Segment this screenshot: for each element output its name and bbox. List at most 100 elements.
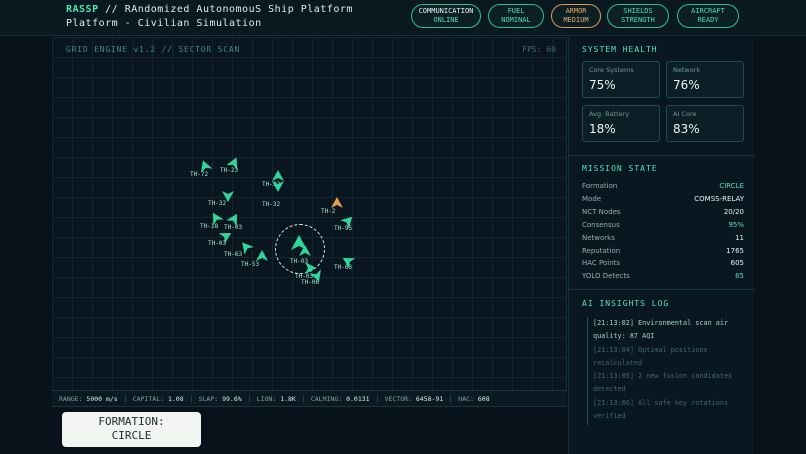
status-label: AIRCRAFT — [691, 7, 725, 15]
stat-slap: SLAP: 99.6% — [192, 394, 250, 403]
card-label: Core Systems — [589, 66, 634, 74]
log-entry: [21:13:04] Optimal positions recalculate… — [593, 345, 708, 367]
app-title: RASSP // RAndomized AutonomouS Ship Plat… — [66, 3, 353, 31]
card-label: AI Core — [673, 110, 697, 118]
mission-row-value: 11 — [735, 233, 744, 242]
divider — [569, 289, 755, 290]
mission-row-value: 20/20 — [723, 207, 744, 216]
ship-unit[interactable]: TH-18 — [200, 209, 224, 230]
card-label: Avg. Battery — [589, 110, 630, 118]
sector-grid[interactable]: GRID ENGINE v1.2 // SECTOR SCAN FPS: 60 … — [52, 37, 567, 390]
brand-name: RASSP — [66, 4, 99, 15]
unit-tag: TH-23 — [220, 167, 239, 174]
status-value: MEDIUM — [563, 16, 589, 24]
ship-unit[interactable]: TH-2 — [321, 194, 343, 215]
stat-range: RANGE: 5000 m/s — [52, 394, 126, 403]
mission-row-key: Mode — [582, 194, 602, 203]
mission-row-key: Reputation — [582, 246, 621, 255]
card-label: Network — [673, 66, 701, 74]
top-bar: RASSP // RAndomized AutonomouS Ship Plat… — [0, 0, 806, 36]
mission-row-key: NCT Nodes — [582, 207, 621, 216]
ship-unit[interactable]: TH-72 — [190, 157, 213, 178]
ship-unit[interactable]: TH-06 — [301, 267, 323, 286]
card-value: 83% — [673, 122, 700, 136]
card-value: 75% — [589, 78, 616, 92]
unit-tag: TH-06 — [301, 279, 320, 286]
title-line2: Platform - Civilian Simulation — [66, 18, 262, 29]
card-avg-battery: Avg. Battery 18% — [582, 105, 660, 142]
mission-row-key: Networks — [582, 233, 615, 242]
stat-hac: HAC: 608 — [458, 394, 490, 403]
stats-bar: RANGE: 5000 m/s CAPITAL: 1.08 SLAP: 99.6… — [52, 390, 567, 407]
unit-tag: TH-72 — [190, 171, 209, 178]
log-entry: [21:13:06] All safe key rotations verifi… — [593, 398, 729, 421]
ship-unit[interactable]: TH-63 — [224, 238, 254, 258]
flagship-icon — [291, 235, 307, 250]
status-value: ONLINE — [433, 16, 459, 24]
status-value: READY — [697, 16, 719, 24]
mission-row: Consensus 95% — [582, 221, 744, 233]
stat-vector: VECTOR: 6458-91 — [378, 394, 452, 403]
mission-row-value: 605 — [730, 259, 744, 268]
fps-counter: FPS: 60 — [522, 45, 556, 54]
system-health-title: SYSTEM HEALTH — [582, 45, 658, 54]
status-label: ARMOR — [565, 7, 587, 15]
unit-tag: TH-63 — [334, 264, 353, 271]
side-panel: SYSTEM HEALTH Core Systems 75% Network 7… — [568, 37, 755, 454]
unit-tag: TH-63 — [224, 251, 243, 258]
mission-row: NCT Nodes 20/20 — [582, 208, 744, 220]
card-value: 18% — [589, 122, 616, 136]
ship-unit[interactable]: TH-53 — [241, 247, 268, 268]
mission-row: Reputation 1765 — [582, 247, 744, 259]
mission-row: Networks 11 — [582, 234, 744, 246]
unit-tag: TH-2 — [321, 208, 336, 215]
status-armor[interactable]: ARMOR MEDIUM — [551, 4, 601, 28]
unit-tag: TH-95 — [334, 225, 353, 232]
unit-tag: TH-32 — [208, 200, 227, 207]
card-ai-core: AI Core 83% — [666, 105, 744, 142]
log-entry: [21:13:05] 2 new fusion candidates detec… — [593, 372, 733, 394]
ship-unit[interactable]: TH-23 — [220, 154, 240, 174]
status-shields[interactable]: SHIELDS STRENGTH — [607, 4, 669, 28]
mission-row-value: 65 — [735, 272, 744, 281]
mission-state-title: MISSION STATE — [582, 164, 658, 173]
status-label: SHIELDS — [623, 7, 653, 15]
ship-unit[interactable]: TH-32 — [262, 177, 284, 208]
mission-row: YOLO Detects 65 — [582, 272, 744, 284]
card-network: Network 76% — [666, 61, 744, 98]
status-aircraft[interactable]: AIRCRAFT READY — [677, 4, 739, 28]
mission-row-key: Consensus — [582, 220, 620, 229]
ship-unit[interactable]: TH-95 — [334, 212, 354, 232]
log-entry: [21:13:02] Environmental scan air qualit… — [593, 319, 729, 341]
ship-unit[interactable]: TH-32 — [208, 187, 234, 207]
grid-title: GRID ENGINE v1.2 // SECTOR SCAN — [66, 45, 241, 54]
mission-row-value: 95% — [728, 220, 744, 229]
title-line1: // RAndomized AutonomouS Ship Platform — [98, 4, 353, 15]
mission-row-value: CIRCLE — [719, 182, 744, 190]
divider — [569, 155, 755, 156]
formation-label: FORMATION: — [98, 415, 165, 428]
ship-unit[interactable]: TH-63 — [334, 252, 356, 271]
status-value: NOMINAL — [501, 16, 531, 24]
status-label: FUEL — [507, 7, 525, 15]
status-value: STRENGTH — [621, 16, 655, 24]
mission-row-key: Formation — [582, 182, 618, 190]
mission-row-key: HAC Points — [582, 259, 621, 268]
status-communication[interactable]: COMMUNICATION ONLINE — [411, 4, 481, 28]
unit-tag: TH-03 — [208, 240, 227, 247]
stat-calming: CALMING: 0.0131 — [304, 394, 378, 403]
mission-row-key: YOLO Detects — [582, 272, 630, 281]
ship-icon — [272, 181, 284, 192]
status-label: COMMUNICATION — [418, 7, 474, 15]
flagship-unit[interactable] — [291, 235, 307, 255]
mission-row: Formation CIRCLE — [582, 182, 744, 194]
card-core-systems: Core Systems 75% — [582, 61, 660, 98]
mission-row: HAC Points 605 — [582, 259, 744, 271]
mission-row-value: COMSS-RELAY — [694, 194, 744, 203]
formation-button[interactable]: FORMATION: CIRCLE — [62, 412, 201, 447]
ship-unit[interactable]: TH-03 — [208, 227, 232, 247]
mission-row-value: 1765 — [726, 246, 744, 255]
unit-tag: TH-32 — [262, 201, 281, 208]
unit-tag: TH-53 — [241, 261, 260, 268]
status-fuel[interactable]: FUEL NOMINAL — [488, 4, 544, 28]
